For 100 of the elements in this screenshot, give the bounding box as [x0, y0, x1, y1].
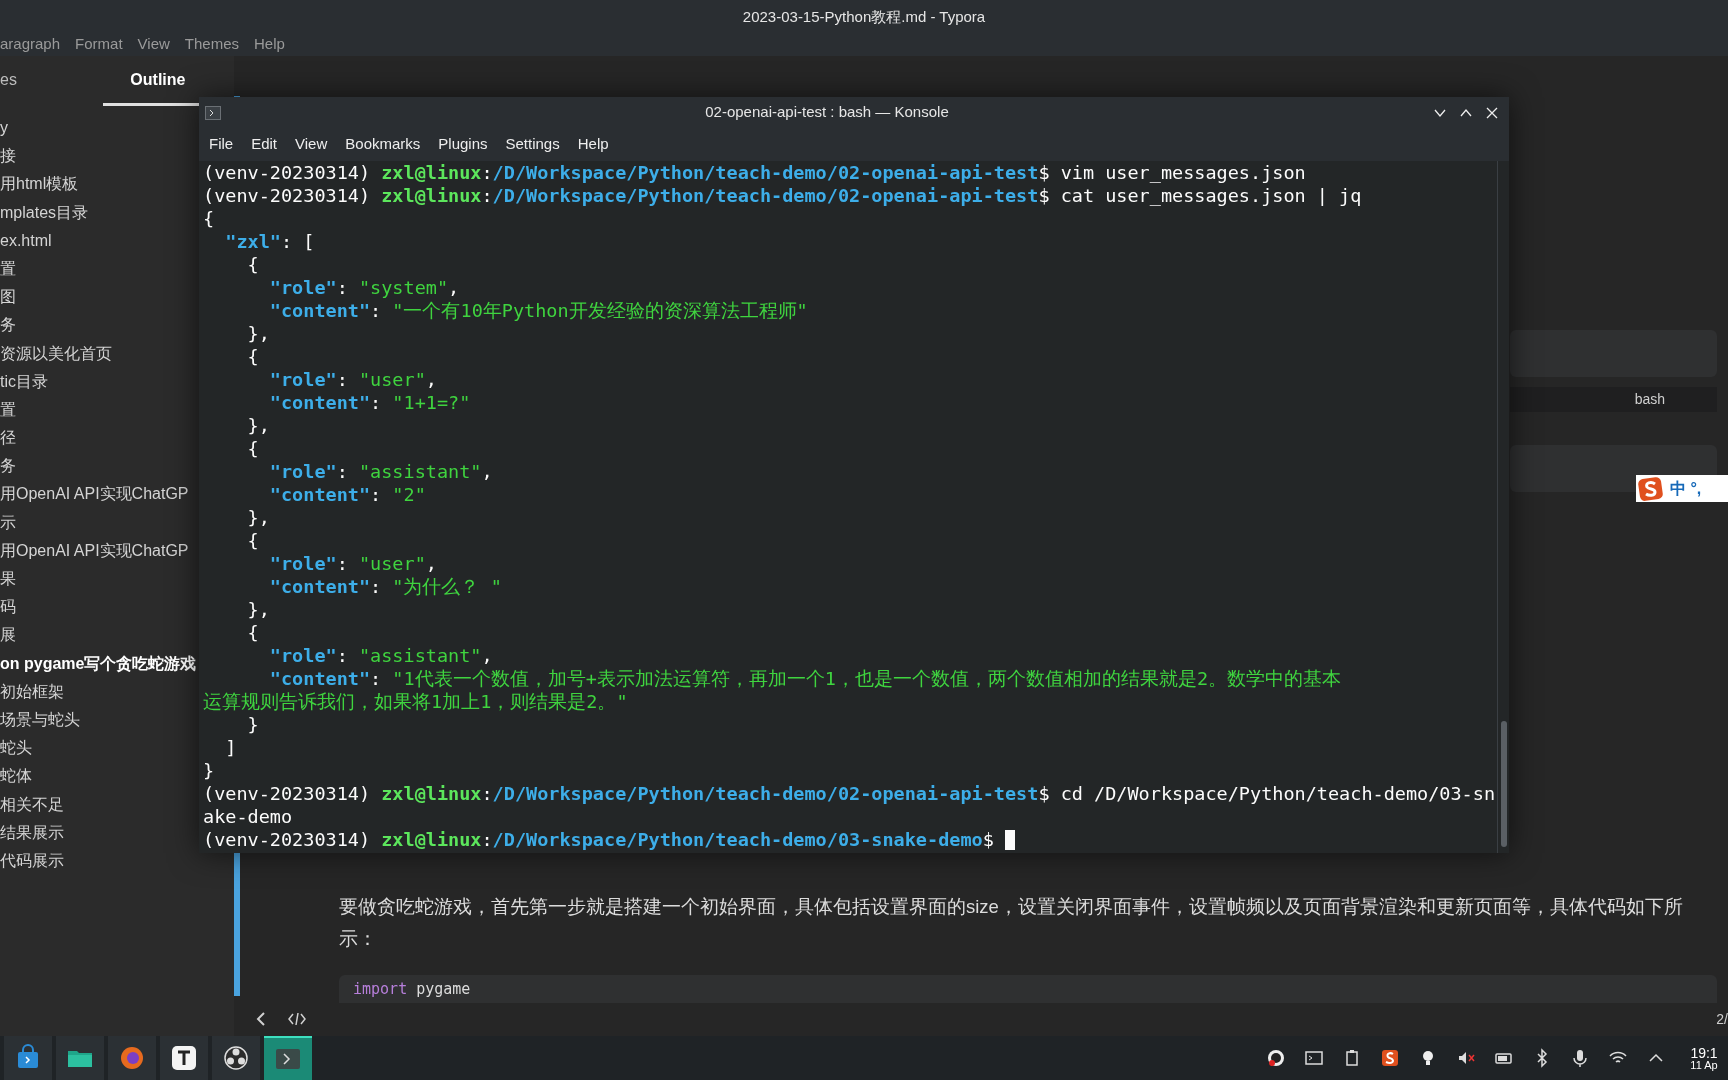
terminal-text: (venv-20230314): [203, 828, 372, 851]
menu-item[interactable]: File: [209, 133, 234, 156]
outline-item[interactable]: 径: [0, 424, 16, 453]
json-string: "assistant": [358, 644, 482, 667]
page-count: 2/: [1716, 1009, 1728, 1029]
json-string: "1+1=?": [392, 391, 471, 414]
globe-icon: [118, 1044, 146, 1072]
outline-item[interactable]: 代码展示: [0, 846, 64, 876]
menu-item[interactable]: Help: [254, 32, 285, 56]
outline-item[interactable]: 码: [0, 593, 16, 622]
json-string: "user": [358, 368, 426, 391]
terminal-icon[interactable]: [205, 105, 221, 120]
source-code-icon[interactable]: [288, 1012, 306, 1026]
json-string: "2": [392, 483, 426, 506]
outline-item[interactable]: 示: [0, 508, 16, 537]
terminal-text: {: [246, 437, 259, 460]
menu-item[interactable]: aragraph: [0, 32, 61, 56]
s-logo-icon: [1638, 475, 1664, 502]
terminal-text: :: [481, 828, 493, 851]
terminal-text: :: [370, 391, 383, 414]
outline-item[interactable]: 相关不足: [0, 790, 64, 819]
outline-item[interactable]: 场景与蛇头: [0, 705, 80, 735]
input-method-toolbar[interactable]: 中 °,: [1636, 475, 1728, 502]
taskbar-app[interactable]: [160, 1036, 208, 1080]
terminal-text: :: [336, 368, 349, 391]
menu-item[interactable]: Settings: [505, 133, 560, 156]
close-button[interactable]: [1485, 105, 1499, 120]
terminal-text: :: [336, 644, 349, 667]
outline-item[interactable]: 置: [0, 395, 16, 425]
prompt-user: zxl@linux: [381, 828, 482, 851]
outline-item[interactable]: 蛇体: [0, 762, 32, 791]
obs-icon: [222, 1044, 250, 1072]
outline-item[interactable]: 置: [0, 254, 16, 284]
code-language-field[interactable]: bash: [1510, 387, 1717, 412]
sidebar-tab[interactable]: es: [0, 56, 37, 106]
console-icon[interactable]: [1304, 1048, 1324, 1068]
outline-item[interactable]: 果: [0, 565, 16, 594]
outline-item[interactable]: mplates目录: [0, 198, 89, 227]
terminal-text: {: [246, 529, 259, 552]
terminal-text: {: [246, 253, 259, 276]
json-key: "role": [203, 460, 337, 483]
outline-item[interactable]: 务: [0, 311, 16, 340]
code-block: import pygame: [339, 975, 1717, 1003]
terminal-text: :: [370, 667, 383, 690]
s-logo-icon[interactable]: [1380, 1048, 1400, 1068]
prompt-user: zxl@linux: [381, 161, 482, 184]
terminal-text: :: [336, 460, 349, 483]
outline-item[interactable]: 初始框架: [0, 677, 64, 706]
menu-item[interactable]: Edit: [251, 133, 278, 156]
outline-item[interactable]: 用OpenAI API实现ChatGP: [0, 480, 189, 509]
json-string: "1代表一个数值，加号+表示加法运算符，再加一个1，也是一个数值，两个数值相加的结果就是2。数学中的基本: [392, 667, 1342, 690]
terminal-text: :: [370, 483, 383, 506]
microphone-icon[interactable]: [1570, 1048, 1590, 1068]
json-key: "content": [203, 483, 371, 506]
menu-item[interactable]: View: [295, 133, 328, 156]
json-key: "role": [203, 368, 337, 391]
menu-item[interactable]: Bookmarks: [345, 133, 421, 156]
outline-item[interactable]: 结果展示: [0, 818, 64, 847]
terminal-text: $ vim user_messages.json: [1038, 161, 1306, 184]
terminal-text: ,: [448, 276, 460, 299]
outline-item[interactable]: 用OpenAI API实现ChatGP: [0, 536, 189, 565]
terminal-text: :: [481, 782, 493, 805]
terminal-text: ,: [425, 368, 437, 391]
prompt-path: /D/Workspace/Python/teach-demo/02-openai-api-test: [492, 782, 1039, 805]
taskbar-app[interactable]: [212, 1036, 260, 1080]
menu-item[interactable]: Format: [75, 32, 123, 56]
terminal-text: },: [246, 506, 270, 529]
terminal-text: {: [246, 345, 259, 368]
terminal-text: }: [203, 759, 215, 782]
terminal-text: }: [246, 713, 259, 736]
taskbar-app[interactable]: [56, 1036, 104, 1080]
outline-item[interactable]: on pygame写个贪吃蛇游戏: [0, 649, 197, 678]
outline-item[interactable]: 资源以美化首页: [0, 339, 112, 368]
outline-item[interactable]: 展: [0, 621, 16, 650]
outline-item[interactable]: 接: [0, 142, 16, 171]
menu-item[interactable]: Themes: [184, 32, 239, 56]
outline-item[interactable]: 图: [0, 283, 16, 312]
terminal-text: : [: [280, 230, 315, 253]
terminal-text: :: [481, 161, 493, 184]
json-key: "content": [203, 575, 371, 598]
outline-item[interactable]: 务: [0, 452, 16, 481]
terminal-text: $ cat user_messages.json | jq: [1038, 184, 1362, 207]
clock[interactable]: 19:1: [1690, 1045, 1718, 1060]
outline-item[interactable]: 用html模板: [0, 170, 79, 199]
terminal-text: {: [203, 207, 215, 230]
chevron-left-icon[interactable]: [256, 1012, 266, 1026]
obs-icon[interactable]: [1266, 1048, 1286, 1068]
prompt-user: zxl@linux: [381, 782, 482, 805]
outline-item[interactable]: tic目录: [0, 367, 48, 396]
outline-item[interactable]: y: [0, 114, 8, 143]
date[interactable]: 11 Ap: [1690, 1059, 1718, 1071]
menu-item[interactable]: Help: [577, 133, 609, 156]
outline-item[interactable]: ex.html: [0, 226, 52, 255]
terminal-text: $ cd /D/Workspace/Python/teach-demo/03-sn: [1038, 782, 1496, 805]
menu-item[interactable]: View: [137, 32, 170, 56]
terminal-text: ,: [481, 460, 493, 483]
outline-item[interactable]: 蛇头: [0, 734, 32, 763]
scrollbar[interactable]: [1500, 721, 1507, 847]
menu-item[interactable]: Plugins: [438, 133, 488, 156]
json-key: "role": [203, 276, 337, 299]
